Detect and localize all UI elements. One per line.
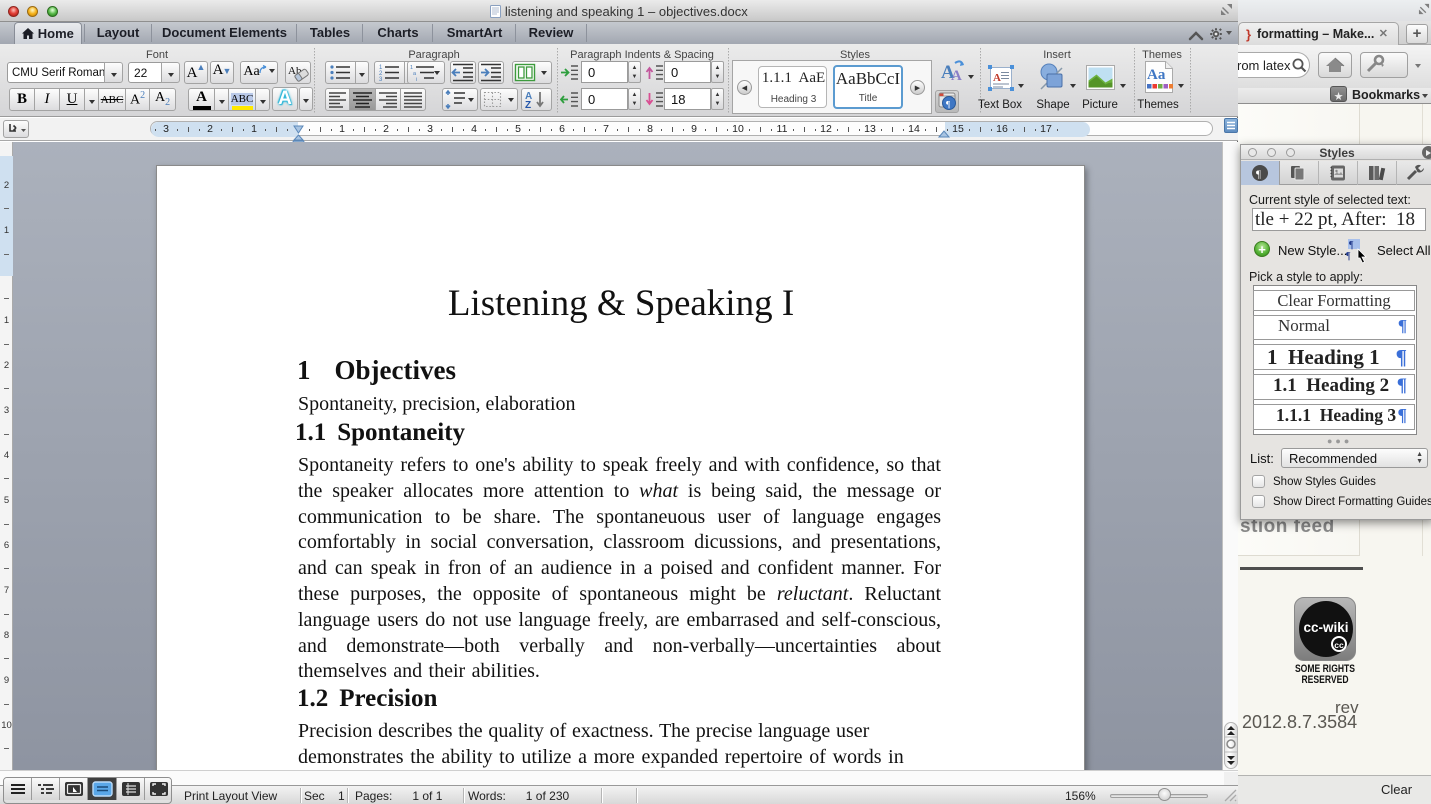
svg-text:A: A	[993, 72, 1001, 84]
svg-text:¶: ¶	[946, 100, 950, 110]
svg-text:3: 3	[379, 77, 383, 83]
svg-text:¶: ¶	[1346, 251, 1351, 261]
svg-text:Aa: Aa	[1147, 67, 1166, 83]
svg-text:A: A	[951, 68, 962, 82]
svg-text:i: i	[416, 77, 417, 83]
svg-text:¶: ¶	[1349, 240, 1354, 251]
svg-text:¶: ¶	[1256, 169, 1261, 181]
svg-text:Z: Z	[525, 100, 531, 110]
